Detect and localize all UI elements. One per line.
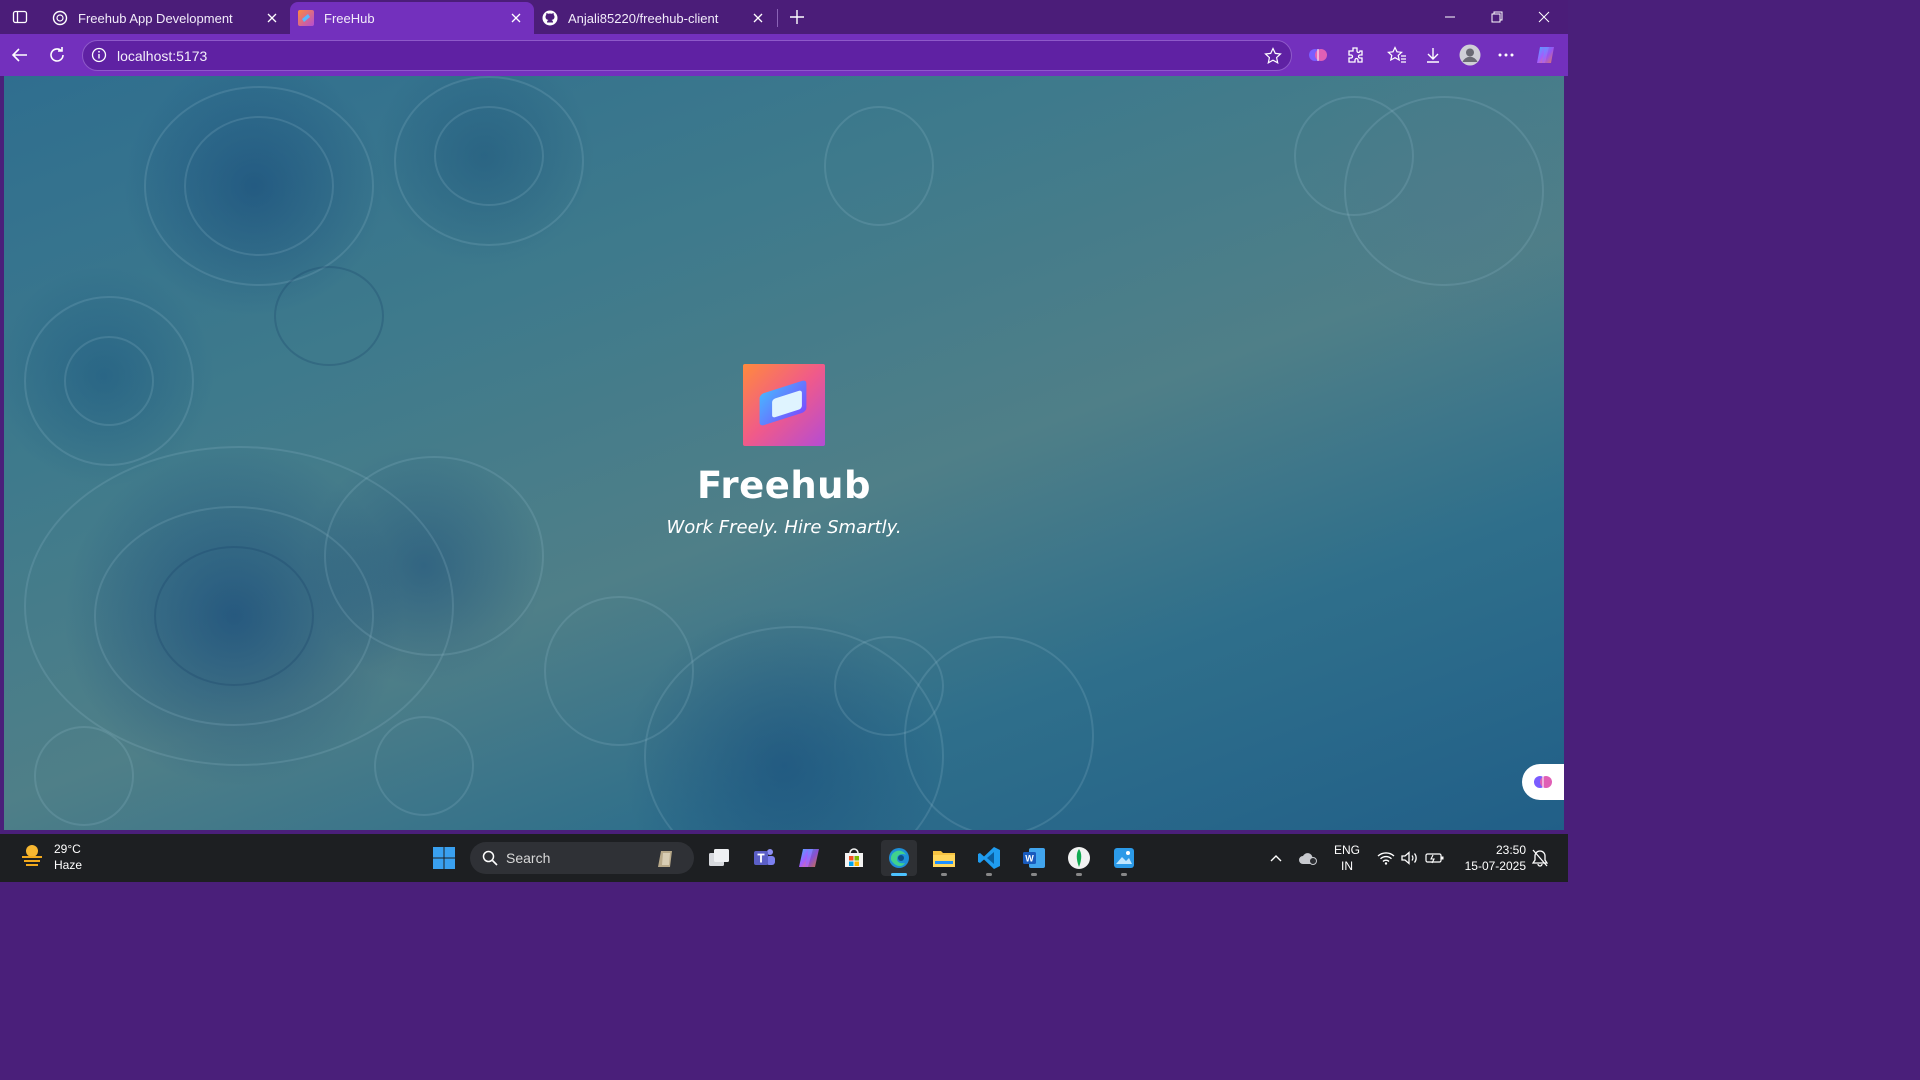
photos-app-icon[interactable] (1106, 840, 1142, 876)
back-button[interactable] (8, 43, 32, 67)
taskbar-search[interactable]: Search (470, 842, 694, 874)
running-indicator (941, 873, 947, 876)
close-tab-icon[interactable] (750, 10, 766, 26)
extensions-icon[interactable] (1343, 43, 1367, 67)
restore-button[interactable] (1485, 6, 1509, 28)
tab-actions-icon[interactable] (10, 7, 30, 27)
vscode-icon[interactable] (971, 840, 1007, 876)
show-hidden-icons-chevron[interactable] (1266, 844, 1286, 872)
background-ripple (904, 636, 1094, 830)
running-indicator (1076, 873, 1082, 876)
system-clock[interactable]: 23:50 15-07-2025 (1456, 842, 1526, 874)
page-viewport: Freehub Work Freely. Hire Smartly. (4, 76, 1564, 830)
tab-divider (777, 9, 778, 27)
site-info-icon[interactable] (91, 47, 107, 63)
word-icon[interactable]: W (1016, 840, 1052, 876)
weather-condition: Haze (54, 857, 83, 872)
weather-haze-icon (18, 840, 46, 873)
edge-browser-icon[interactable] (881, 840, 917, 876)
background-ripple (434, 106, 544, 206)
copilot-icon[interactable] (1534, 43, 1558, 67)
hero-section: Freehub Work Freely. Hire Smartly. (4, 364, 1564, 538)
downloads-icon[interactable] (1421, 43, 1445, 67)
battery-icon[interactable] (1424, 844, 1446, 872)
background-ripple (374, 716, 474, 816)
brand-tagline: Work Freely. Hire Smartly. (666, 517, 902, 538)
freehub-favicon (298, 10, 314, 26)
background-ripple (34, 726, 134, 826)
clock-time: 23:50 (1495, 843, 1526, 857)
close-tab-icon[interactable] (508, 10, 524, 26)
tab-freehub-app-development[interactable]: Freehub App Development (44, 2, 290, 34)
svg-text:W: W (1025, 854, 1034, 864)
brand-title: Freehub (696, 464, 871, 507)
taskbar: 29°C Haze Search W ENG IN 23:50 15-07-20… (0, 834, 1568, 882)
tab-freehub[interactable]: FreeHub (290, 2, 534, 34)
notifications-bell-icon[interactable] (1530, 844, 1550, 872)
github-icon (542, 10, 558, 26)
openai-icon (52, 10, 68, 26)
wifi-icon[interactable] (1376, 844, 1396, 872)
volume-icon[interactable] (1400, 844, 1420, 872)
weather-temp: 29°C (54, 841, 81, 856)
language-indicator[interactable]: ENG IN (1334, 842, 1360, 874)
minimize-button[interactable] (1438, 6, 1462, 28)
tab-title: Freehub App Development (78, 10, 233, 26)
weather-widget[interactable]: 29°C Haze (18, 840, 82, 873)
background-ripple (184, 116, 334, 256)
favorite-star-icon[interactable] (1263, 46, 1283, 66)
favorites-icon[interactable] (1385, 43, 1409, 67)
background-ripple (1294, 96, 1414, 216)
tab-github-repo[interactable]: Anjali85220/freehub-client (534, 2, 776, 34)
background-ripple (154, 546, 314, 686)
task-view-icon[interactable] (701, 840, 737, 876)
clock-date: 15-07-2025 (1464, 859, 1526, 873)
search-label: Search (506, 850, 551, 866)
refresh-button[interactable] (45, 43, 69, 67)
close-tab-icon[interactable] (264, 10, 280, 26)
background-ripple (824, 106, 934, 226)
copilot-brain-icon[interactable] (1306, 43, 1330, 67)
address-bar[interactable]: localhost:5173 (82, 40, 1292, 71)
running-indicator (1121, 873, 1127, 876)
copilot-sidebar-button[interactable] (1522, 764, 1564, 800)
tab-strip: Freehub App Development FreeHub Anjali85… (0, 0, 1568, 34)
url-text: localhost:5173 (117, 48, 208, 64)
browser-toolbar: localhost:5173 (0, 34, 1568, 76)
start-button[interactable] (426, 840, 462, 876)
new-tab-button[interactable] (786, 6, 808, 28)
active-indicator (891, 873, 907, 876)
search-icon (482, 850, 498, 866)
tab-title: Anjali85220/freehub-client (568, 10, 719, 26)
close-window-button[interactable] (1532, 6, 1556, 28)
profile-avatar[interactable] (1458, 43, 1482, 67)
running-indicator (986, 873, 992, 876)
copilot-app-icon[interactable] (791, 840, 827, 876)
language-code: ENG (1334, 843, 1361, 857)
more-options-icon[interactable] (1494, 43, 1518, 67)
region-code: IN (1341, 859, 1353, 873)
onedrive-icon[interactable] (1296, 844, 1320, 872)
microsoft-store-icon[interactable] (836, 840, 872, 876)
search-highlight-icon (654, 847, 676, 869)
background-ripple (274, 266, 384, 366)
freehub-logo (743, 364, 825, 446)
teams-icon[interactable] (746, 840, 782, 876)
tab-title: FreeHub (324, 10, 375, 26)
running-indicator (1031, 873, 1037, 876)
mongodb-compass-icon[interactable] (1061, 840, 1097, 876)
file-explorer-icon[interactable] (926, 840, 962, 876)
